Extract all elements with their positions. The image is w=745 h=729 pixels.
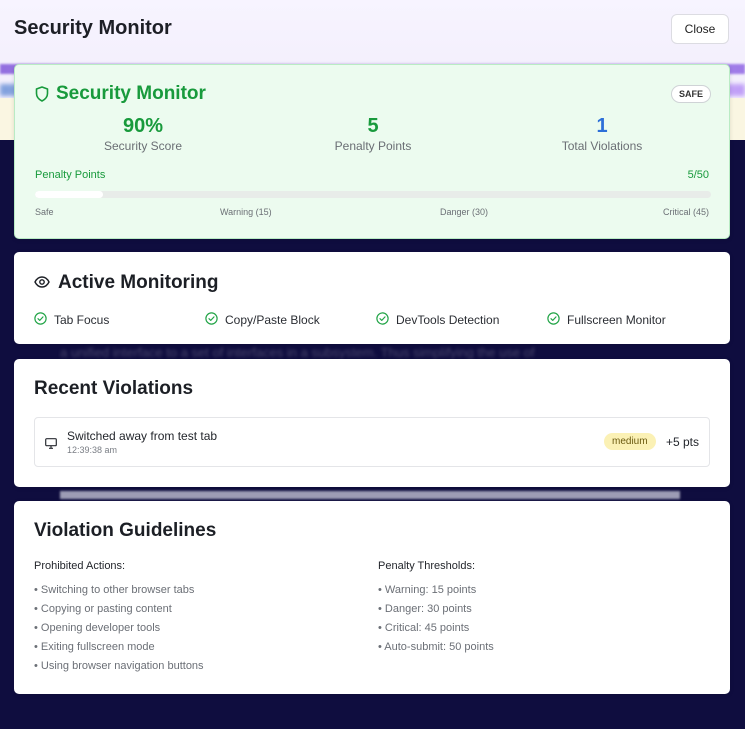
- backdrop-stripe: [60, 491, 680, 499]
- list-item: • Critical: 45 points: [378, 622, 470, 634]
- list-item: • Exiting fullscreen mode: [34, 641, 155, 653]
- list-item: • Copying or pasting content: [34, 603, 172, 615]
- status-title: Security Monitor: [56, 83, 206, 104]
- active-monitoring-card: Active Monitoring Tab Focus Copy/Paste B…: [14, 252, 730, 344]
- violation-time: 12:39:38 am: [67, 445, 118, 455]
- violation-points: +5 pts: [665, 435, 699, 449]
- check-circle-icon: [376, 312, 389, 328]
- list-item: • Opening developer tools: [34, 622, 161, 634]
- eye-icon: [34, 272, 50, 294]
- metric-total-violations: 1 Total Violations: [502, 115, 702, 153]
- scale-label-danger: Danger (30): [440, 207, 489, 217]
- prohibited-heading: Prohibited Actions:: [34, 560, 126, 572]
- monitor-item: Copy/Paste Block: [205, 312, 320, 328]
- penalty-progress-fill: [35, 191, 103, 198]
- shield-icon: [35, 86, 49, 102]
- check-circle-icon: [205, 312, 218, 328]
- list-item: • Using browser navigation buttons: [34, 660, 204, 672]
- recent-violations-title: Recent Violations: [34, 378, 194, 399]
- monitor-item-label: DevTools Detection: [396, 313, 500, 327]
- monitoring-title: Active Monitoring: [58, 272, 219, 293]
- metric-penalty-points: 5 Penalty Points: [273, 115, 473, 153]
- dialog-header: Security Monitor Close: [0, 0, 745, 58]
- close-button[interactable]: Close: [671, 14, 729, 44]
- violation-guidelines-card: Violation Guidelines Prohibited Actions:…: [14, 501, 730, 694]
- scale-label-critical: Critical (45): [662, 207, 709, 217]
- security-status-card: Security Monitor SAFE 90% Security Score…: [14, 64, 730, 239]
- monitor-item: DevTools Detection: [376, 312, 499, 328]
- metric-value: 1: [596, 115, 608, 137]
- monitor-icon: [45, 436, 57, 454]
- check-circle-icon: [547, 312, 560, 328]
- guidelines-title: Violation Guidelines: [34, 520, 217, 541]
- penalty-progress-bar: [35, 191, 711, 198]
- monitor-item-label: Copy/Paste Block: [225, 313, 320, 327]
- metric-label: Security Score: [103, 139, 183, 153]
- monitor-item: Fullscreen Monitor: [547, 312, 666, 328]
- check-circle-icon: [34, 312, 47, 328]
- list-item: • Danger: 30 points: [378, 603, 472, 615]
- list-item: • Warning: 15 points: [378, 584, 477, 596]
- severity-badge: medium: [604, 433, 656, 450]
- metric-value: 90%: [122, 115, 164, 137]
- monitor-item-label: Fullscreen Monitor: [567, 313, 666, 327]
- scale-label-safe: Safe: [35, 207, 54, 217]
- status-heading: Security Monitor: [35, 83, 206, 105]
- monitor-item-label: Tab Focus: [54, 313, 110, 327]
- monitoring-heading: Active Monitoring: [34, 272, 218, 294]
- thresholds-list: • Warning: 15 points • Danger: 30 points…: [378, 583, 494, 659]
- prohibited-list: • Switching to other browser tabs • Copy…: [34, 583, 204, 678]
- metric-label: Total Violations: [561, 139, 643, 153]
- scale-label-warning: Warning (15): [220, 207, 272, 217]
- recent-violations-card: Recent Violations Switched away from tes…: [14, 359, 730, 487]
- backdrop-text: a unified interface to a set of interfac…: [60, 345, 535, 359]
- metric-label: Penalty Points: [334, 139, 412, 153]
- metric-security-score: 90% Security Score: [43, 115, 243, 153]
- status-badge: SAFE: [670, 85, 711, 103]
- monitor-item: Tab Focus: [34, 312, 109, 328]
- list-item: • Auto-submit: 50 points: [378, 641, 494, 653]
- penalty-label: Penalty Points: [35, 169, 106, 181]
- list-item: • Switching to other browser tabs: [34, 584, 195, 596]
- violation-item: Switched away from test tab 12:39:38 am …: [34, 417, 710, 467]
- metric-value: 5: [367, 115, 379, 137]
- penalty-value: 5/50: [687, 169, 709, 181]
- dialog-title: Security Monitor: [14, 17, 172, 39]
- thresholds-heading: Penalty Thresholds:: [378, 560, 476, 572]
- violation-text: Switched away from test tab: [67, 429, 218, 443]
